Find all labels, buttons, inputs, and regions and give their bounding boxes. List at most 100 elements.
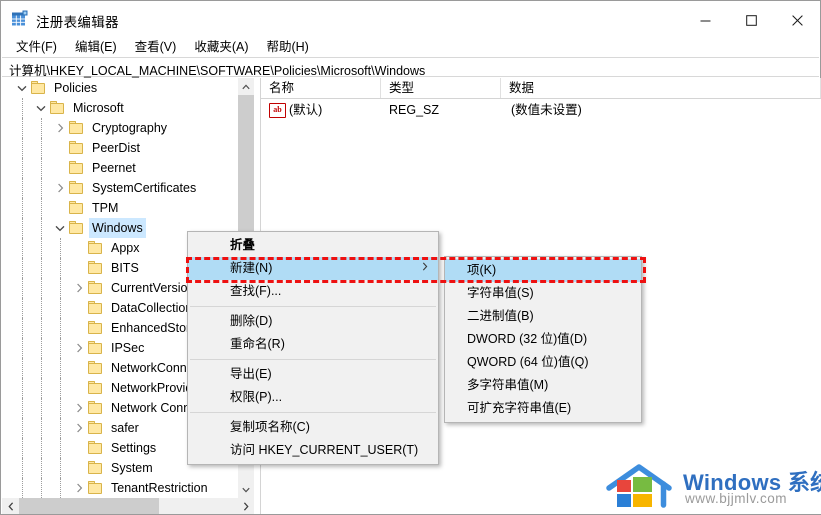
scroll-left-arrow-icon[interactable] [2, 498, 19, 514]
ctx-permissions[interactable]: 权限(P)... [188, 386, 438, 409]
ab-string-icon: ab [269, 103, 286, 118]
context-menu-item-label: 复制项名称(C) [230, 420, 310, 434]
scroll-right-arrow-icon[interactable] [237, 498, 254, 514]
ctx-delete[interactable]: 删除(D) [188, 310, 438, 333]
tree-item-systemcertificates[interactable]: SystemCertificates [2, 178, 238, 198]
chevron-right-icon[interactable] [71, 338, 87, 358]
chevron-right-icon[interactable] [71, 278, 87, 298]
tree-guide-line [22, 278, 24, 298]
ctx-find[interactable]: 查找(F)... [188, 280, 438, 303]
column-type[interactable]: 类型 [381, 78, 501, 98]
chevron-down-icon[interactable] [14, 78, 30, 98]
tree-guide-line [60, 398, 62, 418]
submenu-dword-value[interactable]: DWORD (32 位)值(D) [445, 328, 641, 351]
folder-icon [30, 81, 47, 95]
folder-icon [87, 281, 104, 295]
ctx-copy-key-name[interactable]: 复制项名称(C) [188, 416, 438, 439]
ctx-export[interactable]: 导出(E) [188, 363, 438, 386]
submenu-key[interactable]: 项(K) [445, 259, 641, 282]
tree-item-label: safer [111, 421, 139, 435]
tree-item-microsoft[interactable]: Microsoft [2, 98, 238, 118]
tree-guide-line [22, 418, 24, 438]
tree-guide-line [60, 478, 62, 498]
chevron-right-icon[interactable] [71, 418, 87, 438]
submenu-multi-string[interactable]: 多字符串值(M) [445, 374, 641, 397]
folder-icon [87, 421, 104, 435]
column-name[interactable]: 名称 [261, 78, 381, 98]
tree-item-tpm[interactable]: TPM [2, 198, 238, 218]
tree-guide-line [41, 358, 43, 378]
address-path: 计算机\HKEY_LOCAL_MACHINE\SOFTWARE\Policies… [9, 64, 426, 78]
values-list-header: 名称 类型 数据 [261, 78, 821, 99]
tree-guide-line [41, 178, 43, 198]
chevron-down-icon[interactable] [52, 218, 68, 238]
tree-horizontal-scrollbar[interactable] [2, 498, 254, 514]
value-row[interactable]: ab (默认) REG_SZ (数值未设置) [261, 100, 821, 120]
tree-guide-line [22, 258, 24, 278]
scroll-up-arrow-icon[interactable] [238, 78, 254, 95]
tree-hscroll-thumb[interactable] [19, 498, 159, 514]
folder-icon [68, 121, 85, 135]
submenu-expandable-sz[interactable]: 可扩充字符串值(E) [445, 397, 641, 420]
chevron-right-icon[interactable] [52, 178, 68, 198]
folder-icon [87, 441, 104, 455]
menu-edit[interactable]: 编辑(E) [66, 34, 126, 57]
ctx-collapse[interactable]: 折叠 [188, 234, 438, 257]
tree-guide-line [22, 478, 24, 498]
tree-item-label: SystemCertificates [92, 181, 197, 195]
tree-item-peernet[interactable]: Peernet [2, 158, 238, 178]
tree-item-label: Microsoft [73, 101, 124, 115]
tree-item-label: DataCollection [111, 301, 193, 315]
submenu-qword-value[interactable]: QWORD (64 位)值(Q) [445, 351, 641, 374]
tree-item-tenantrestriction[interactable]: TenantRestriction [2, 478, 238, 498]
folder-icon [68, 161, 85, 175]
tree-item-label: Cryptography [92, 121, 168, 135]
tree-no-children [71, 258, 87, 278]
tree-guide-line [22, 338, 24, 358]
scroll-down-arrow-icon[interactable] [238, 481, 254, 498]
context-menu-item-label: 新建(N) [230, 261, 273, 275]
value-name-cell: (默认) [289, 103, 323, 117]
folder-icon [87, 321, 104, 335]
tree-guide-line [60, 438, 62, 458]
submenu-binary-value[interactable]: 二进制值(B) [445, 305, 641, 328]
tree-item-cryptography[interactable]: Cryptography [2, 118, 238, 138]
value-type-cell: REG_SZ [389, 103, 440, 117]
chevron-right-icon[interactable] [52, 118, 68, 138]
context-menu-separator [190, 306, 436, 307]
tree-item-policies[interactable]: Policies [2, 78, 238, 98]
registry-editor-icon [11, 10, 29, 28]
menu-file[interactable]: 文件(F) [7, 34, 66, 57]
tree-item-label: Policies [54, 81, 98, 95]
tree-item-peerdist[interactable]: PeerDist [2, 138, 238, 158]
tree-guide-line [41, 478, 43, 498]
ctx-rename[interactable]: 重命名(R) [188, 333, 438, 356]
tree-guide-line [22, 158, 24, 178]
menu-view[interactable]: 查看(V) [126, 34, 186, 57]
column-data[interactable]: 数据 [501, 78, 821, 98]
folder-icon [87, 481, 104, 495]
submenu-string-value[interactable]: 字符串值(S) [445, 282, 641, 305]
submenu-chevron-right-icon [422, 257, 428, 280]
tree-guide-line [41, 198, 43, 218]
chevron-right-icon[interactable] [71, 478, 87, 498]
chevron-down-icon[interactable] [33, 98, 49, 118]
tree-guide-line [22, 198, 24, 218]
ctx-new[interactable]: 新建(N) [188, 257, 438, 280]
tree-guide-line [22, 438, 24, 458]
tree-guide-line [22, 378, 24, 398]
context-menu-item-label: 折叠 [230, 238, 256, 252]
menu-help[interactable]: 帮助(H) [257, 34, 317, 57]
folder-icon [87, 361, 104, 375]
address-bar[interactable]: 计算机\HKEY_LOCAL_MACHINE\SOFTWARE\Policies… [2, 57, 819, 78]
watermark-url: www.bjjmlv.com [685, 491, 788, 506]
new-submenu: 项(K) 字符串值(S) 二进制值(B) DWORD (32 位)值(D) QWORD … [444, 256, 642, 423]
menu-favorites[interactable]: 收藏夹(A) [185, 34, 257, 57]
tree-guide-line [41, 238, 43, 258]
ctx-goto-hkcu[interactable]: 访问 HKEY_CURRENT_USER(T) [188, 439, 438, 462]
chevron-right-icon[interactable] [71, 398, 87, 418]
